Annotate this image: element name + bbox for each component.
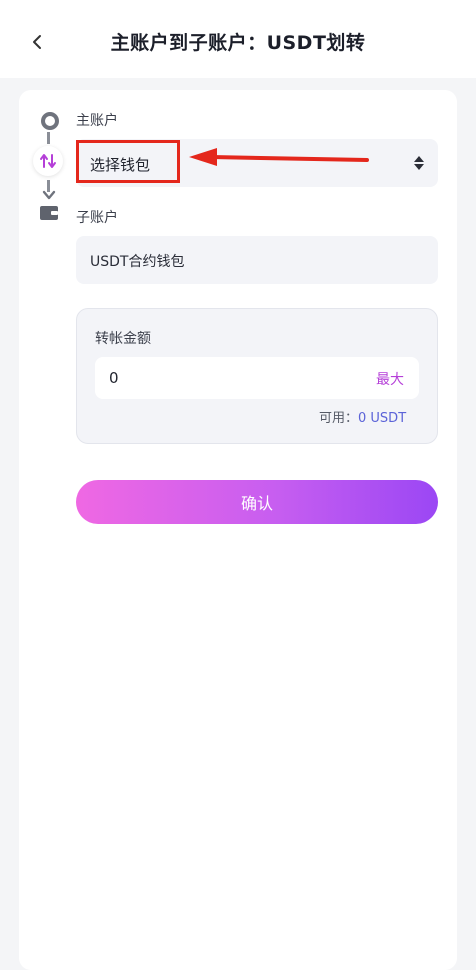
rail-connector [47,132,50,144]
sub-account-value: USDT合约钱包 [90,254,185,270]
available-value: 0 USDT [358,411,407,426]
annotation-arrow-icon [189,148,369,166]
direction-rail [19,90,79,290]
arrow-down-icon [42,190,56,200]
amount-label: 转帐金额 [95,331,151,347]
swap-direction-button[interactable] [33,146,63,176]
available-balance: 可用：0 USDT [319,407,406,426]
max-button[interactable]: 最大 [376,369,404,389]
swap-arrows-icon [40,154,56,168]
top-bar: 主账户到子账户：USDT划转 [0,0,476,78]
source-dot-icon [41,112,59,130]
confirm-button[interactable]: 确认 [76,480,438,524]
main-account-label: 主账户 [76,113,118,129]
amount-input[interactable]: 0 [95,357,419,399]
available-label: 可用： [319,411,359,426]
wallet-icon [40,206,58,220]
transfer-card: 主账户 选择钱包 子账户 USDT合约钱包 转帐金额 0 最大 可用：0 USD… [19,90,457,970]
sub-account-label: 子账户 [76,210,118,226]
sort-updown-icon [414,156,424,170]
annotation-highlight-box [76,140,180,183]
page-title: 主账户到子账户：USDT划转 [110,32,366,54]
